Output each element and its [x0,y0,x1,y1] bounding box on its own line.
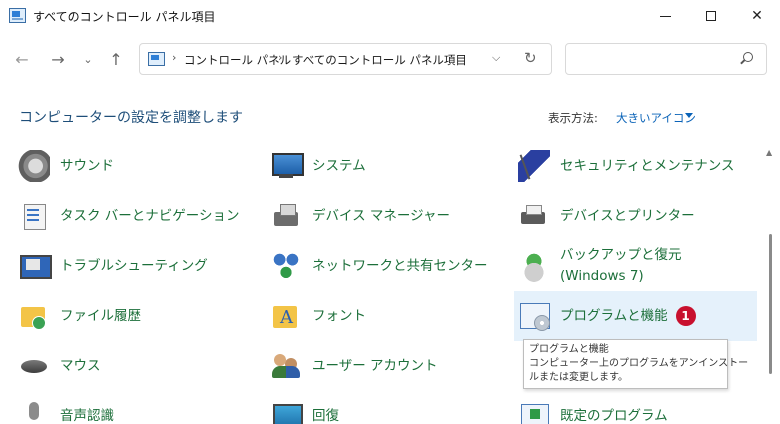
item-system[interactable]: システム [270,143,502,189]
search-input[interactable] [565,43,767,75]
recent-locations-button[interactable]: ⌄ [74,45,102,73]
breadcrumb-control-panel[interactable]: コントロール パネル [184,52,291,68]
vertical-scrollbar[interactable]: ▲ [766,148,774,424]
item-label: マウス [60,358,101,374]
item-label: フォント [312,308,366,324]
item-sound[interactable]: サウンド [18,143,250,189]
item-network-sharing[interactable]: ネットワークと共有センター [270,243,502,289]
item-label: トラブルシューティング [60,258,208,274]
font-icon [270,300,302,332]
maximize-icon [706,11,716,21]
arrow-up-icon: ↑ [109,49,123,69]
item-label: ユーザー アカウント [312,358,438,374]
item-label: 音声認識 [60,408,114,424]
microphone-icon [18,400,50,424]
item-default-programs[interactable]: 既定のプログラム [518,393,756,424]
item-devices-printers[interactable]: デバイスとプリンター [518,193,756,239]
breadcrumb-all-items[interactable]: すべてのコントロール パネル項目 [292,52,467,68]
arrow-right-icon: → [51,49,65,69]
view-by-label: 表示方法: [548,111,598,125]
control-panel-icon [9,8,26,23]
item-device-manager[interactable]: デバイス マネージャー [270,193,502,239]
up-button[interactable]: ↑ [102,45,130,73]
page-title: コンピューターの設定を調整します [19,110,243,126]
troubleshoot-icon [18,250,52,282]
address-bar[interactable]: › コントロール パネル › すべてのコントロール パネル項目 ⌵ ↻ [139,43,552,75]
scroll-up-icon[interactable]: ▲ [766,148,772,157]
item-security-maintenance[interactable]: セキュリティとメンテナンス [518,143,756,189]
item-label: デバイスとプリンター [560,208,695,224]
window-title: すべてのコントロール パネル項目 [33,10,216,24]
refresh-icon[interactable]: ↻ [524,49,537,67]
tooltip-line1: コンピューター上のプログラムをアンインストー [529,358,749,369]
minimize-button[interactable] [642,0,688,32]
mouse-icon [18,350,50,382]
item-label: ネットワークと共有センター [312,258,488,274]
item-label: プログラムと機能 [560,308,668,324]
file-history-icon [18,300,50,332]
speaker-icon [18,150,50,182]
users-icon [270,350,302,382]
printer-icon [518,200,550,232]
chevron-down-icon: ⌄ [83,52,93,66]
close-button[interactable]: ✕ [734,0,780,32]
forward-button[interactable]: → [44,45,72,73]
tooltip-line2: ルまたは変更します。 [529,372,628,383]
view-by-dropdown[interactable]: 大きいアイコン [616,110,696,126]
item-file-history[interactable]: ファイル履歴 [18,293,250,339]
item-fonts[interactable]: フォント [270,293,502,339]
control-panel-icon [148,52,165,66]
item-backup-restore[interactable]: バックアップと復元 (Windows 7) [518,243,756,289]
search-icon[interactable] [740,52,753,64]
item-mouse[interactable]: マウス [18,343,250,389]
close-icon: ✕ [751,8,763,24]
flag-icon [518,150,550,182]
item-label-line1: バックアップと復元 [560,247,682,263]
item-label: ファイル履歴 [60,308,141,324]
title-bar: すべてのコントロール パネル項目 ✕ [0,0,780,33]
item-label: セキュリティとメンテナンス [560,158,735,174]
item-label: 回復 [312,408,339,424]
scrollbar-thumb[interactable] [769,234,772,374]
item-user-accounts[interactable]: ユーザー アカウント [270,343,502,389]
default-programs-icon [518,400,550,424]
item-label-line2: (Windows 7) [560,268,644,284]
step-badge: 1 [675,306,696,326]
item-label: バックアップと復元 (Windows 7) [560,245,682,287]
tooltip: プログラムと機能 コンピューター上のプログラムをアンインストー ルまたは変更しま… [523,339,749,389]
caret-down-icon[interactable] [685,113,693,118]
network-icon [270,250,302,282]
breadcrumb-separator: › [278,51,283,64]
taskbar-icon [18,200,50,232]
item-taskbar-navigation[interactable]: タスク バーとナビゲーション [18,193,250,239]
back-button[interactable]: ← [8,45,36,73]
arrow-left-icon: ← [15,49,29,69]
item-recovery[interactable]: 回復 [270,393,502,424]
item-label: タスク バーとナビゲーション [60,208,240,224]
maximize-button[interactable] [688,0,734,32]
breadcrumb-separator: › [172,51,177,64]
item-programs-features[interactable]: プログラムと機能 1 [514,291,757,341]
navigation-bar: ← → ⌄ ↑ › コントロール パネル › すべてのコントロール パネル項目 … [0,33,780,85]
device-manager-icon [270,200,302,232]
minimize-icon [659,15,671,17]
item-troubleshooting[interactable]: トラブルシューティング [18,243,250,289]
backup-icon [518,250,550,282]
item-label: システム [312,158,366,174]
monitor-icon [270,150,304,182]
address-history-chevron-icon[interactable]: ⌵ [492,51,500,65]
item-speech-recognition[interactable]: 音声認識 [18,393,250,424]
programs-icon [518,300,550,332]
item-label: デバイス マネージャー [312,208,450,224]
tooltip-title: プログラムと機能 [529,344,609,355]
recovery-icon [270,400,303,424]
item-label: 既定のプログラム [560,408,668,424]
item-label: サウンド [60,158,114,174]
